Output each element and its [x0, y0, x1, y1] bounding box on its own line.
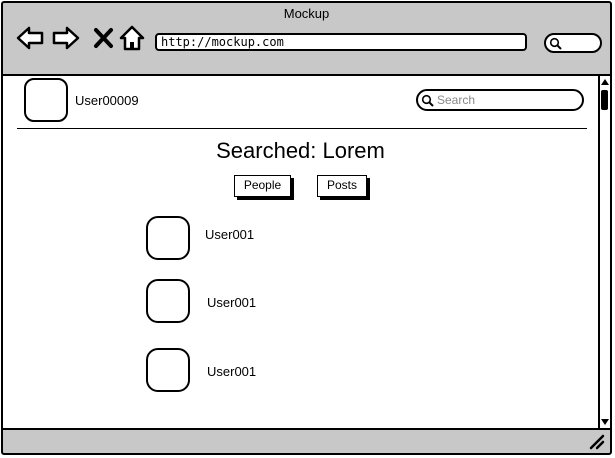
result-name[interactable]: User001 — [205, 227, 254, 242]
resize-grip-icon[interactable] — [588, 433, 606, 451]
header-divider — [17, 128, 587, 129]
page-viewport: User00009 Searched: Lorem People Posts U… — [3, 74, 610, 430]
scroll-up-icon[interactable] — [600, 77, 610, 87]
back-icon[interactable] — [15, 23, 45, 53]
address-bar[interactable]: http://mockup.com — [155, 33, 527, 51]
browser-window: Mockup http://mockup.com User00009 Searc… — [1, 1, 612, 455]
home-icon[interactable] — [117, 23, 147, 53]
scroll-down-icon[interactable] — [600, 417, 610, 427]
vertical-scrollbar[interactable] — [598, 76, 610, 428]
search-input[interactable] — [437, 92, 577, 108]
scroll-thumb[interactable] — [601, 90, 608, 110]
result-name[interactable]: User001 — [207, 295, 256, 310]
page-title: Searched: Lorem — [216, 138, 385, 163]
result-avatar[interactable] — [146, 348, 190, 392]
search-field[interactable] — [416, 89, 584, 111]
result-avatar[interactable] — [146, 279, 190, 323]
current-username[interactable]: User00009 — [75, 93, 139, 108]
search-icon — [549, 37, 562, 50]
close-icon[interactable] — [89, 23, 119, 53]
search-icon — [421, 94, 434, 107]
result-avatar[interactable] — [146, 216, 190, 260]
window-title: Mockup — [283, 6, 330, 21]
result-name[interactable]: User001 — [207, 364, 256, 379]
forward-icon[interactable] — [51, 23, 81, 53]
browser-search-field[interactable] — [544, 33, 602, 53]
tab-people[interactable]: People — [234, 175, 291, 197]
avatar[interactable] — [24, 78, 68, 122]
tab-posts[interactable]: Posts — [317, 175, 367, 197]
